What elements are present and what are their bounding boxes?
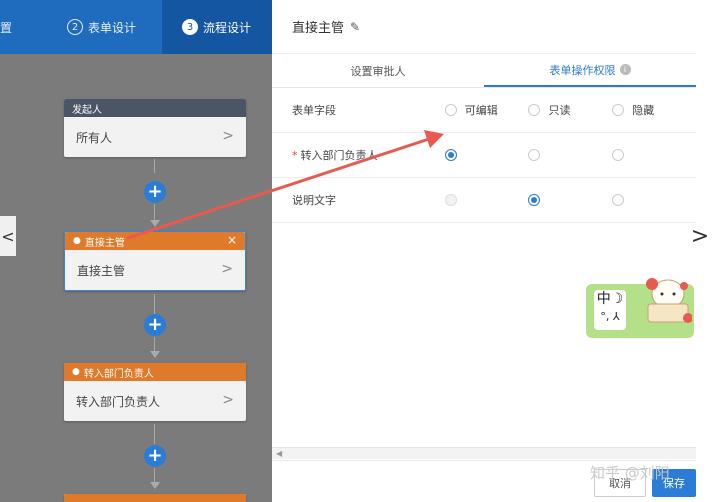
header-readonly[interactable]: 只读 (528, 102, 612, 118)
next-arrow-button[interactable]: > (680, 216, 720, 256)
previous-arrow-button[interactable]: < (0, 216, 16, 256)
flow-node-starter[interactable]: 发起人 所有人 > (64, 99, 246, 157)
node-header: ● 转入部门负责人 (64, 363, 246, 381)
arrow-down-icon (150, 351, 160, 358)
user-icon: ● (73, 236, 81, 246)
connector-line (154, 468, 155, 482)
sticker-decoration: 中☽ °, ⅄ (586, 278, 694, 338)
panel-title: 直接主管 ✎ (272, 0, 696, 54)
user-icon: ● (72, 367, 80, 377)
arrow-down-icon (150, 482, 160, 489)
close-icon[interactable]: × (227, 233, 237, 247)
add-node-button[interactable]: + (144, 181, 166, 203)
header-field: 表单字段 (292, 104, 336, 117)
header-editable[interactable]: 可编辑 (444, 102, 529, 118)
table-header-row: 表单字段 可编辑 只读 隐藏 (272, 88, 696, 133)
sticker-text: 中☽ °, ⅄ (594, 290, 626, 330)
panel-tabs: 设置审批人 表单操作权限 i (272, 54, 696, 88)
step-number: 3 (182, 19, 198, 35)
chevron-right-icon: > (222, 392, 234, 408)
permissions-table: 表单字段 可编辑 只读 隐藏 * 转入部门负责人 说明文字 (272, 88, 696, 223)
flow-canvas: 发起人 所有人 > + ● 直接主管 × 直接主管 > + ● 转入部门负责人 … (0, 54, 272, 502)
connector-line (154, 337, 155, 351)
step-basic-settings[interactable]: 置 (0, 0, 40, 54)
row-field-name: 说明文字 (272, 192, 445, 208)
panel-title-text: 直接主管 (292, 21, 345, 36)
step-form-design[interactable]: 2 表单设计 (40, 0, 162, 54)
radio-hidden[interactable] (612, 149, 625, 161)
flow-node-direct-manager[interactable]: ● 直接主管 × 直接主管 > (64, 231, 246, 291)
field-label: 转入部门负责人 (300, 149, 378, 162)
info-icon[interactable]: i (619, 64, 631, 75)
header-hidden[interactable]: 隐藏 (612, 102, 696, 118)
node-header: 发起人 (64, 99, 246, 117)
edit-pencil-icon[interactable]: ✎ (350, 20, 360, 34)
step-flow-design[interactable]: 3 流程设计 (162, 0, 272, 54)
node-body-label: 转入部门负责人 (76, 394, 161, 409)
header-editable-label: 可编辑 (464, 104, 498, 117)
radio-readonly[interactable] (528, 194, 541, 206)
connector-line (154, 159, 155, 173)
step-label: 表单设计 (88, 20, 137, 35)
row-field-name: * 转入部门负责人 (272, 147, 445, 163)
required-marker: * (292, 149, 298, 162)
step-number: 2 (67, 19, 83, 35)
sticker-char: 中 (596, 291, 611, 307)
node-config-panel: 直接主管 ✎ 设置审批人 表单操作权限 i 表单字段 可编辑 只读 隐藏 * 转… (272, 0, 696, 502)
chevron-right-icon: > (222, 128, 234, 144)
connector-line (154, 424, 155, 444)
flow-node-next[interactable] (64, 494, 246, 502)
node-body: 所有人 > (64, 117, 246, 157)
arrow-down-icon (150, 220, 160, 227)
cell-hidden (612, 194, 696, 206)
table-row: 说明文字 (272, 178, 696, 223)
butterfly-icon: ⅄ (612, 310, 620, 323)
tab-approver-settings[interactable]: 设置审批人 (272, 54, 484, 87)
node-header-label: 转入部门负责人 (83, 368, 154, 380)
radio-hidden[interactable] (612, 194, 625, 206)
radio-all-hidden[interactable] (612, 104, 625, 116)
radio-all-readonly[interactable] (528, 104, 541, 116)
node-header-label: 发起人 (72, 104, 102, 116)
add-node-button[interactable]: + (144, 314, 166, 336)
flow-node-dept-head[interactable]: ● 转入部门负责人 转入部门负责人 > (64, 363, 246, 421)
cell-editable (444, 194, 529, 206)
field-label: 说明文字 (292, 194, 336, 207)
tab-label: 设置审批人 (350, 64, 406, 78)
step-bar: 置 2 表单设计 3 流程设计 (0, 0, 272, 54)
node-header: ● 直接主管 × (65, 232, 245, 250)
connector-line (154, 294, 155, 314)
node-body: 转入部门负责人 > (64, 381, 246, 421)
table-row: * 转入部门负责人 (272, 133, 696, 178)
radio-editable (444, 194, 457, 206)
node-body-label: 直接主管 (77, 263, 126, 278)
step-label: 流程设计 (203, 20, 252, 35)
radio-all-editable[interactable] (444, 104, 457, 116)
cell-hidden (612, 149, 696, 161)
cell-editable (444, 149, 529, 161)
node-body-label: 所有人 (76, 130, 113, 145)
tab-form-permissions[interactable]: 表单操作权限 i (484, 54, 696, 87)
moon-icon: ☽ (610, 291, 624, 307)
radio-readonly[interactable] (528, 149, 541, 161)
watermark: 知乎 @刘阳 (590, 464, 670, 482)
radio-editable[interactable] (444, 149, 457, 161)
header-readonly-label: 只读 (548, 104, 571, 117)
cell-readonly (528, 194, 612, 206)
header-hidden-label: 隐藏 (632, 104, 655, 117)
node-header-label: 直接主管 (84, 237, 125, 249)
scroll-left-icon[interactable]: ◀ (276, 449, 282, 458)
step-label: 置 (0, 20, 13, 35)
node-body: 直接主管 > (65, 250, 245, 290)
add-node-button[interactable]: + (144, 445, 166, 467)
cell-readonly (528, 149, 612, 161)
node-header (64, 494, 246, 502)
horizontal-scrollbar[interactable]: ◀ (272, 447, 696, 459)
chevron-right-icon: > (221, 261, 233, 277)
sticker-sub: °, (600, 310, 610, 323)
tab-label: 表单操作权限 (549, 63, 616, 77)
cake-mascot-icon (646, 278, 692, 323)
